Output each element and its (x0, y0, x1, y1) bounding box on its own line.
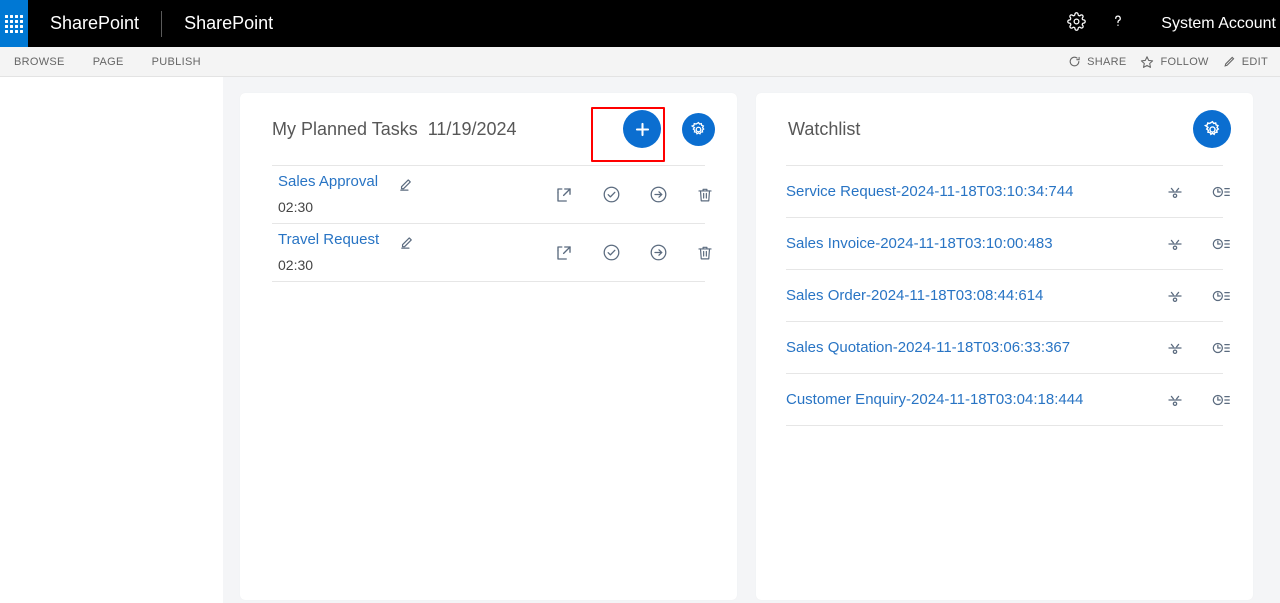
watchlist-item-link[interactable]: Sales Order-2024-11-18T03:08:44:614 (786, 287, 1043, 304)
watchlist-item-link[interactable]: Sales Invoice-2024-11-18T03:10:00:483 (786, 235, 1053, 252)
task-row-actions (554, 185, 715, 205)
list-item[interactable]: Sales Invoice-2024-11-18T03:10:00:483 (756, 218, 1253, 269)
follow-button[interactable]: FOLLOW (1140, 55, 1208, 69)
tasks-card-header: My Planned Tasks 11/19/2024 (240, 93, 737, 165)
workflow-icon[interactable] (1165, 182, 1185, 202)
trash-icon[interactable] (695, 243, 715, 263)
ribbon-tab-browse[interactable]: BROWSE (0, 47, 79, 77)
list-item[interactable]: Customer Enquiry-2024-11-18T03:04:18:444 (756, 374, 1253, 425)
ribbon-tab-publish[interactable]: PUBLISH (138, 47, 215, 77)
settings-button[interactable] (1055, 0, 1097, 47)
gear-icon (1067, 11, 1086, 36)
arrow-right-circle-icon[interactable] (648, 243, 668, 263)
question-mark-icon (1109, 11, 1127, 36)
site-title-link[interactable]: SharePoint (162, 13, 295, 34)
add-task-button[interactable] (623, 110, 661, 148)
watchlist-header-actions (1193, 110, 1231, 148)
tasks-title-date: 11/19/2024 (427, 118, 517, 139)
watchlist-row-actions (1165, 234, 1231, 254)
tasks-settings-button[interactable] (682, 112, 715, 146)
task-info: Travel Request 02:30 (278, 230, 379, 276)
table-row[interactable]: Sales Approval 02:30 (240, 166, 737, 223)
user-account-menu[interactable]: System Account (1139, 15, 1280, 33)
my-planned-tasks-card: My Planned Tasks 11/19/2024 Sales Approv… (240, 93, 737, 600)
check-circle-icon[interactable] (601, 185, 621, 205)
task-time: 02:30 (278, 198, 314, 215)
suite-bar-actions: System Account (1055, 0, 1280, 47)
ribbon-tabs: BROWSE PAGE PUBLISH (0, 47, 215, 77)
history-list-icon[interactable] (1211, 286, 1231, 306)
follow-label: FOLLOW (1160, 55, 1209, 68)
tasks-card-title: My Planned Tasks 11/19/2024 (272, 119, 517, 140)
help-button[interactable] (1097, 0, 1139, 47)
pencil-edit-icon[interactable] (398, 175, 415, 192)
share-button[interactable]: SHARE (1068, 55, 1126, 68)
history-list-icon[interactable] (1211, 338, 1231, 358)
ribbon-bar: BROWSE PAGE PUBLISH SHARE FOLLOW EDIT (0, 47, 1280, 77)
history-list-icon[interactable] (1211, 182, 1231, 202)
star-icon (1140, 55, 1154, 69)
history-list-icon[interactable] (1211, 390, 1231, 410)
gear-icon (1203, 120, 1222, 139)
watchlist-card-title: Watchlist (788, 118, 861, 139)
watchlist-card: Watchlist Service Request-2024-11-18T03:… (756, 93, 1253, 600)
share-label: SHARE (1087, 55, 1127, 68)
workflow-icon[interactable] (1165, 286, 1185, 306)
share-icon (1068, 55, 1081, 68)
waffle-grid-icon (5, 14, 23, 33)
task-name-link[interactable]: Travel Request (278, 230, 379, 250)
watchlist-item-link[interactable]: Customer Enquiry-2024-11-18T03:04:18:444 (786, 391, 1083, 408)
watchlist-list-end-divider (786, 425, 1223, 426)
task-name-link[interactable]: Sales Approval (278, 172, 378, 192)
watchlist-item-link[interactable]: Sales Quotation-2024-11-18T03:06:33:367 (786, 339, 1070, 356)
ribbon-actions: SHARE FOLLOW EDIT (1068, 55, 1280, 69)
open-external-icon[interactable] (554, 185, 574, 205)
suite-bar: SharePoint SharePoint System Account (0, 0, 1280, 47)
task-time: 02:30 (278, 256, 314, 273)
history-list-icon[interactable] (1211, 234, 1231, 254)
check-circle-icon[interactable] (601, 243, 621, 263)
suite-brand-link[interactable]: SharePoint (28, 13, 161, 34)
tasks-title-text: My Planned Tasks (272, 118, 418, 139)
plus-icon (633, 120, 652, 139)
ribbon-tab-page[interactable]: PAGE (79, 47, 138, 77)
watchlist-row-actions (1165, 390, 1231, 410)
task-row-actions (554, 243, 715, 263)
open-external-icon[interactable] (554, 243, 574, 263)
task-info: Sales Approval 02:30 (278, 172, 378, 218)
arrow-right-circle-icon[interactable] (648, 185, 668, 205)
trash-icon[interactable] (695, 185, 715, 205)
list-item[interactable]: Sales Order-2024-11-18T03:08:44:614 (756, 270, 1253, 321)
workflow-icon[interactable] (1165, 390, 1185, 410)
edit-button[interactable]: EDIT (1223, 55, 1268, 68)
workflow-icon[interactable] (1165, 338, 1185, 358)
watchlist-settings-button[interactable] (1193, 110, 1231, 148)
watchlist-row-actions (1165, 338, 1231, 358)
watchlist-row-actions (1165, 182, 1231, 202)
watchlist-row-actions (1165, 286, 1231, 306)
list-item[interactable]: Sales Quotation-2024-11-18T03:06:33:367 (756, 322, 1253, 373)
list-item[interactable]: Service Request-2024-11-18T03:10:34:744 (756, 166, 1253, 217)
watchlist-card-header: Watchlist (756, 93, 1253, 165)
gear-icon (690, 121, 707, 138)
app-launcher-button[interactable] (0, 0, 28, 47)
task-list-end-divider (272, 281, 705, 282)
workflow-icon[interactable] (1165, 234, 1185, 254)
tasks-header-actions (623, 110, 715, 148)
watchlist-item-link[interactable]: Service Request-2024-11-18T03:10:34:744 (786, 183, 1073, 200)
pencil-edit-icon[interactable] (399, 233, 416, 250)
edit-label: EDIT (1241, 55, 1268, 68)
page-body: My Planned Tasks 11/19/2024 Sales Approv… (0, 77, 1280, 603)
pencil-icon (1223, 55, 1236, 68)
table-row[interactable]: Travel Request 02:30 (240, 224, 737, 281)
